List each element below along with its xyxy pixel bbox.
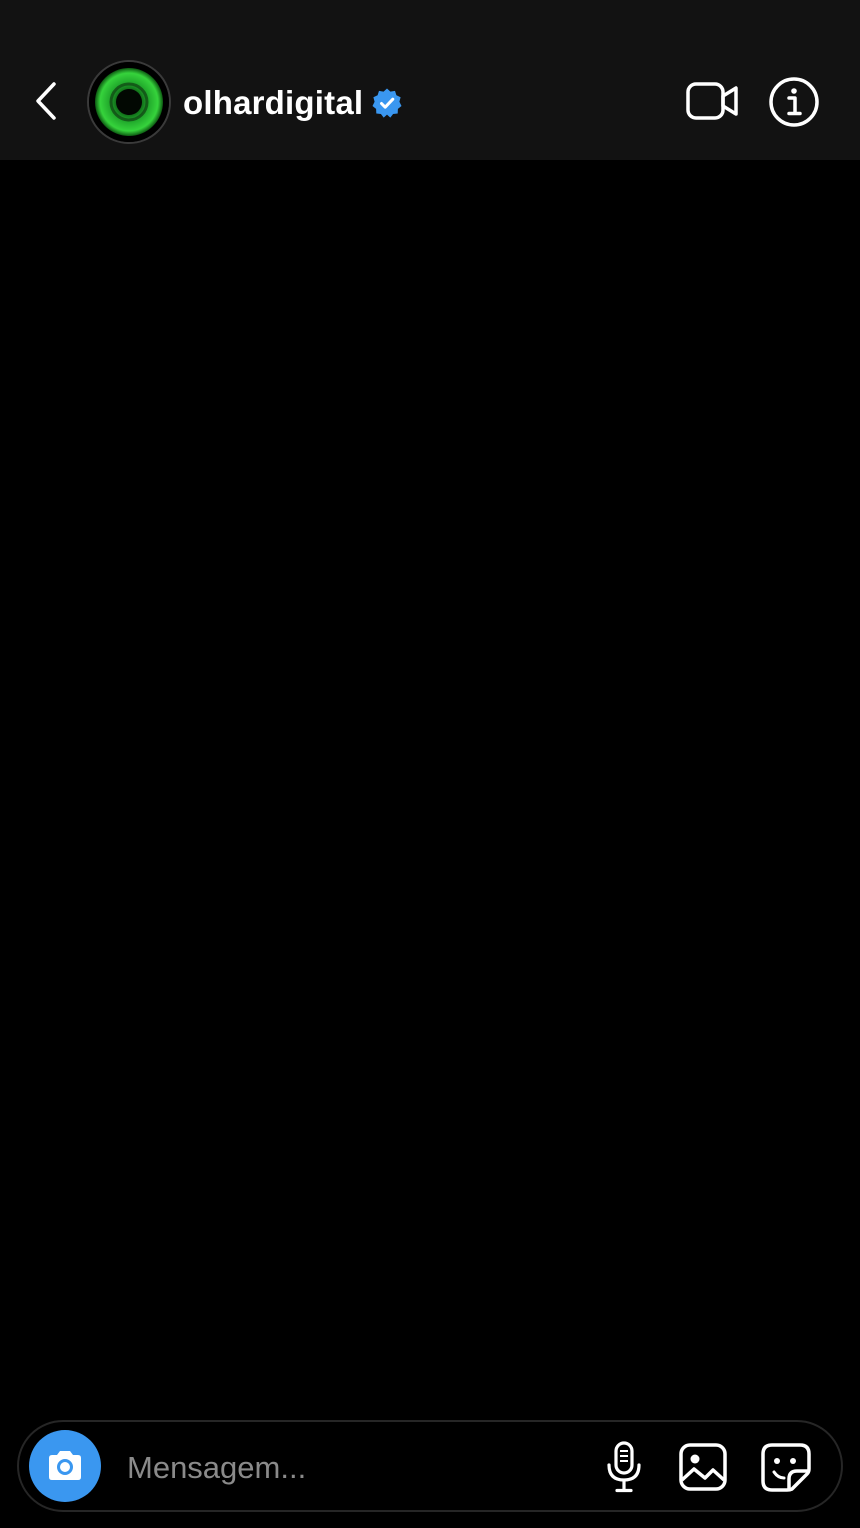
username: olhardigital (183, 84, 364, 121)
eye-logo-image (89, 62, 169, 142)
chevron-left-icon (36, 82, 56, 120)
back-button[interactable] (26, 78, 66, 124)
image-icon (679, 1443, 727, 1491)
message-composer (17, 1420, 843, 1512)
message-input[interactable] (125, 1440, 589, 1496)
info-button[interactable] (768, 76, 820, 128)
username-group[interactable]: olhardigital (183, 80, 403, 126)
sticker-button[interactable] (759, 1441, 813, 1493)
camera-button[interactable] (29, 1430, 101, 1502)
verified-badge-icon (371, 87, 403, 119)
info-icon (769, 77, 819, 127)
profile-avatar[interactable] (87, 60, 171, 144)
video-call-button[interactable] (684, 78, 742, 124)
sticker-icon (761, 1443, 811, 1492)
voice-message-button[interactable] (601, 1440, 647, 1494)
video-camera-icon (686, 82, 738, 120)
gallery-button[interactable] (677, 1441, 729, 1493)
message-thread[interactable] (0, 160, 860, 1410)
camera-icon (49, 1451, 81, 1480)
chat-header: olhardigital (0, 0, 860, 160)
microphone-icon (607, 1441, 641, 1493)
